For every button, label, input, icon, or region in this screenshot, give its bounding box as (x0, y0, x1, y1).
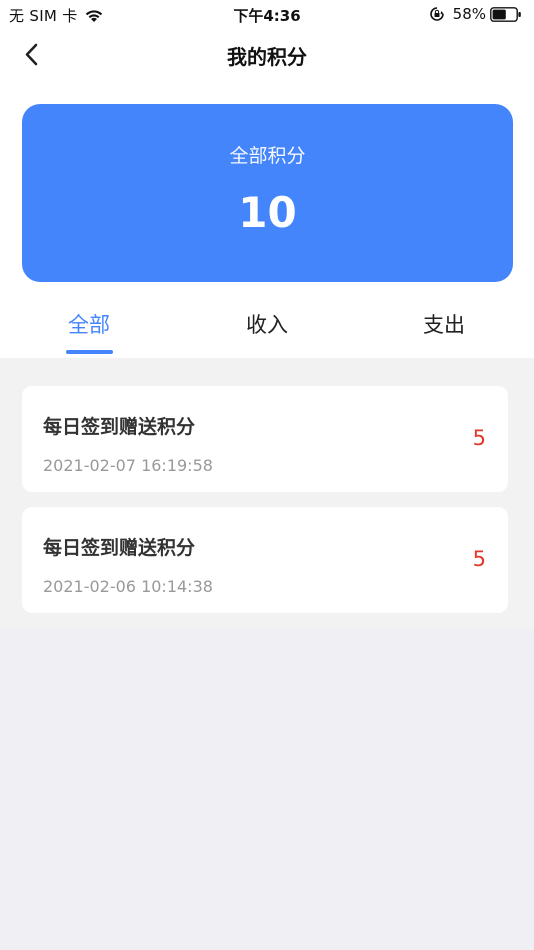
rotation-lock-icon (429, 7, 444, 21)
battery-icon (490, 6, 521, 22)
record-time: 2021-02-07 16:19:58 (43, 456, 213, 475)
record-time: 2021-02-06 10:14:38 (43, 577, 213, 596)
points-summary-card: 全部积分 10 (22, 104, 513, 282)
header-area: 全部积分 10 全部 收入 支出 (0, 86, 534, 358)
record-title: 每日签到赠送积分 (43, 416, 196, 438)
battery-percent: 58% (452, 5, 486, 23)
page-title: 我的积分 (227, 45, 307, 69)
status-bar: 无 SIM 卡 下午4:36 58% (0, 0, 534, 28)
navigation-bar: 我的积分 (0, 28, 534, 86)
status-right: 58% (429, 5, 522, 23)
tab-expense[interactable]: 支出 (399, 309, 489, 339)
records-list: 每日签到赠送积分 2021-02-07 16:19:58 5 每日签到赠送积分 … (0, 358, 534, 628)
record-amount: 5 (472, 426, 486, 450)
record-amount: 5 (472, 547, 486, 571)
points-label: 全部积分 (229, 145, 306, 167)
tab-all[interactable]: 全部 (44, 309, 134, 339)
list-item[interactable]: 每日签到赠送积分 2021-02-07 16:19:58 5 (22, 386, 508, 492)
record-title: 每日签到赠送积分 (43, 537, 196, 559)
tab-income[interactable]: 收入 (222, 309, 312, 339)
filter-tabs: 全部 收入 支出 (0, 296, 534, 358)
active-tab-indicator (66, 350, 113, 354)
list-item[interactable]: 每日签到赠送积分 2021-02-06 10:14:38 5 (22, 507, 508, 613)
points-value: 10 (238, 188, 297, 237)
